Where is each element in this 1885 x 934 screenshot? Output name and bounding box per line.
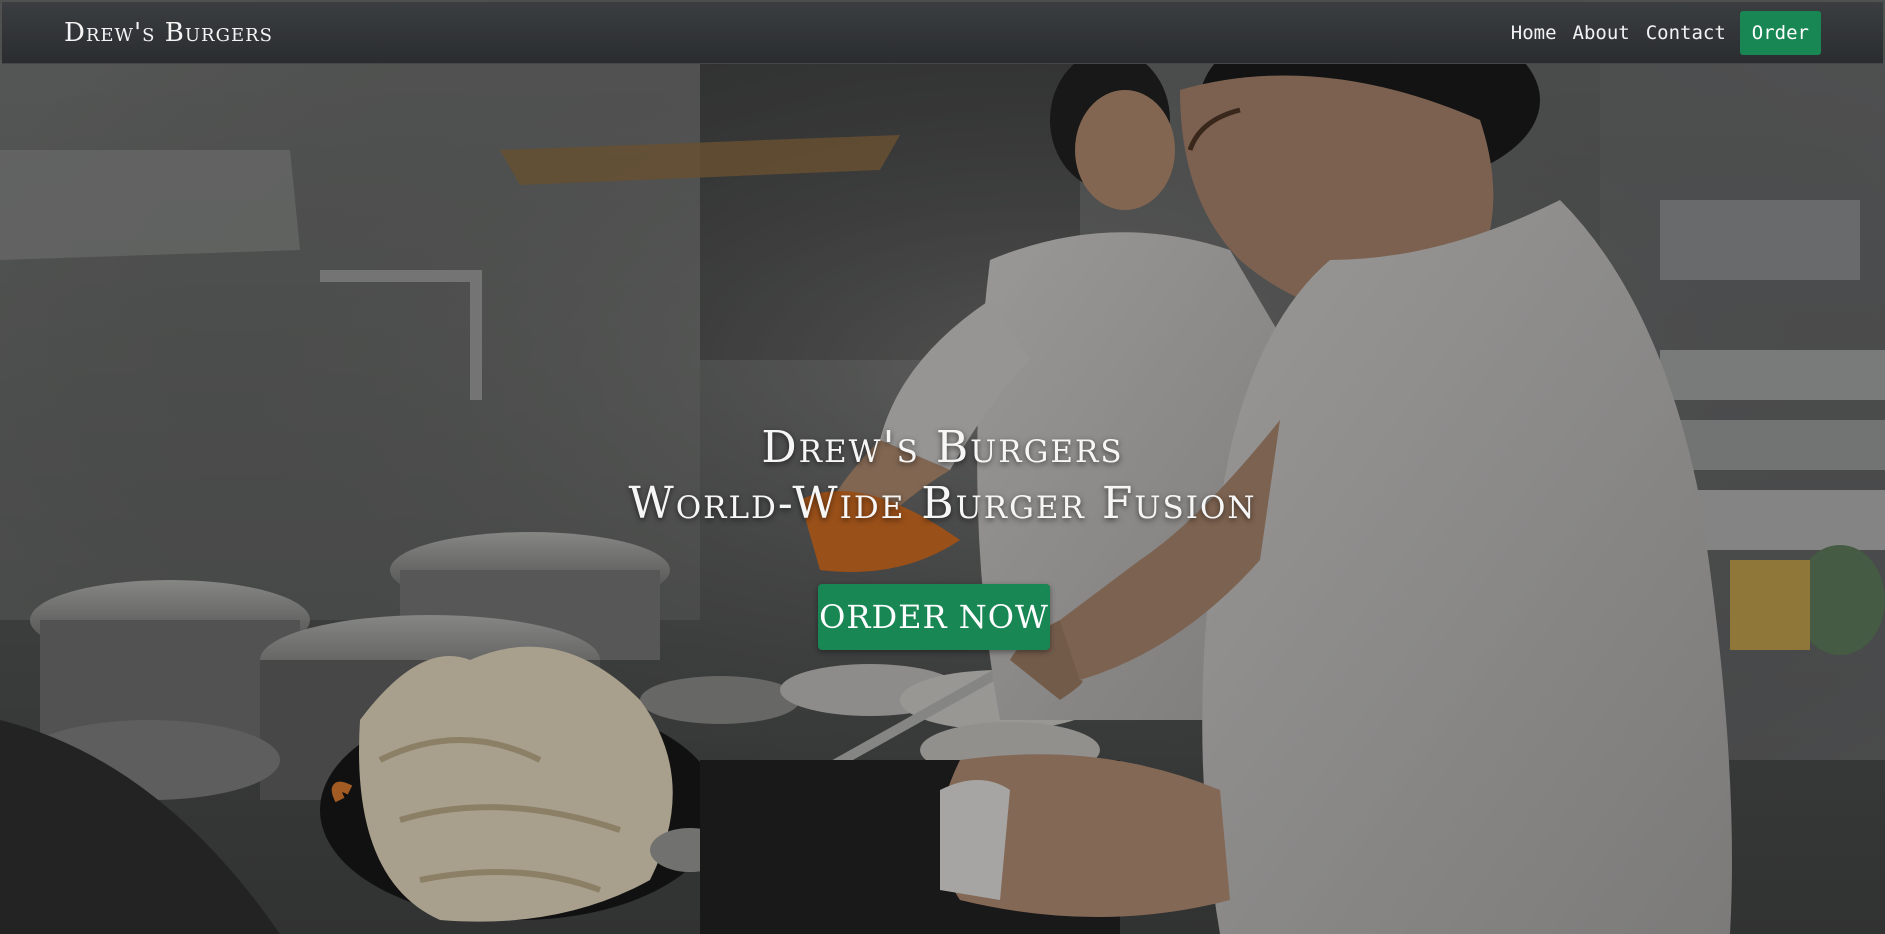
brand-logo-text[interactable]: Drew's Burgers	[64, 18, 273, 48]
nav-link-about[interactable]: About	[1565, 11, 1638, 55]
hero-title-line2: World-Wide Burger Fusion	[628, 478, 1257, 529]
hero-title-line1: Drew's Burgers	[761, 422, 1124, 473]
order-now-button[interactable]: ORDER NOW	[818, 584, 1050, 650]
nav-order-button[interactable]: Order	[1739, 11, 1821, 55]
nav-link-home[interactable]: Home	[1503, 11, 1565, 55]
nav-link-contact[interactable]: Contact	[1638, 11, 1734, 55]
top-navbar: Drew's Burgers Home About Contact Order	[2, 2, 1883, 64]
nav-links: Home About Contact Order	[1503, 11, 1821, 55]
hero-heading: Drew's Burgers World-Wide Burger Fusion	[0, 420, 1885, 532]
